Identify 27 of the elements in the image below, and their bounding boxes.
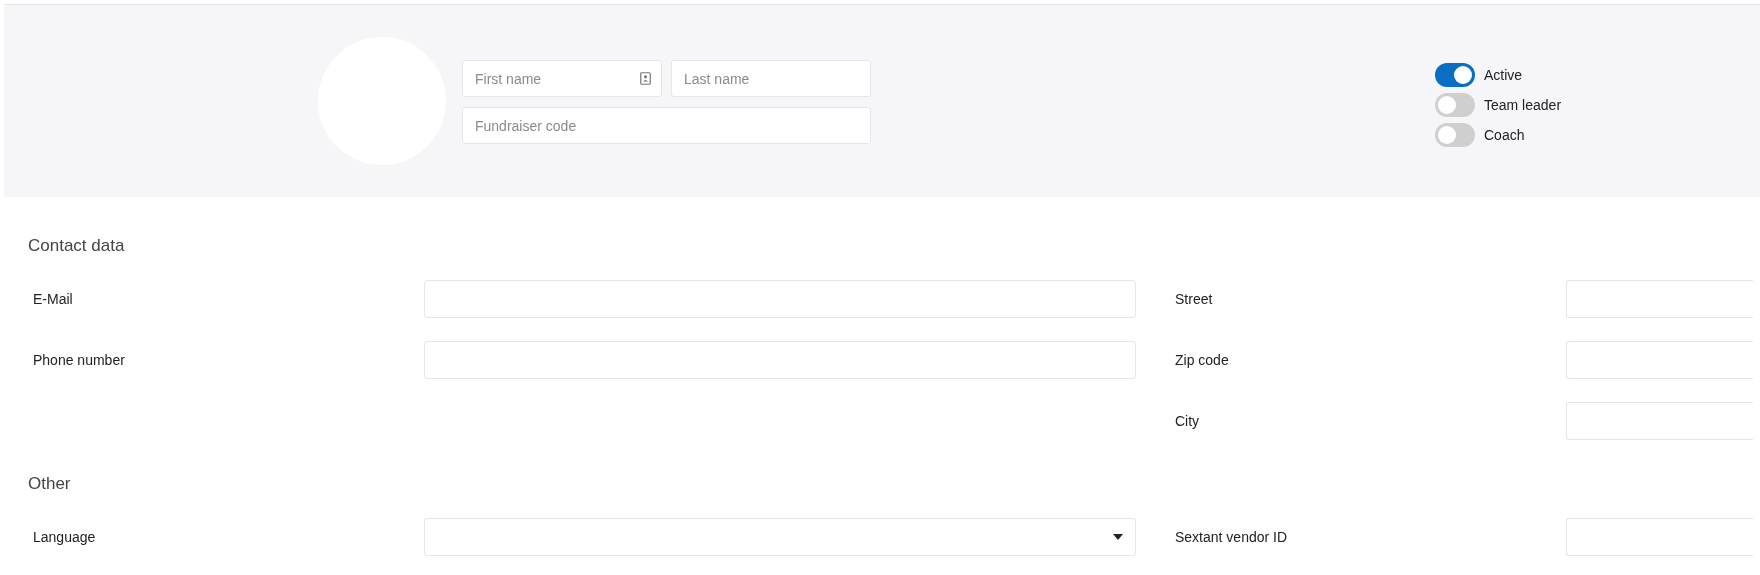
input-field[interactable] (1566, 402, 1753, 440)
input-field[interactable] (1566, 280, 1753, 318)
input-field[interactable] (424, 341, 1136, 379)
fundraiser-code-field[interactable]: Fundraiser code (462, 107, 871, 144)
field-label: Phone number (32, 350, 126, 370)
toggle-switch[interactable] (1435, 63, 1475, 87)
caret-icon (1113, 534, 1123, 540)
section-heading: Other (28, 473, 72, 495)
input-field[interactable] (1566, 518, 1753, 556)
section-heading: Contact data (28, 235, 126, 257)
field-label: Street (1174, 289, 1214, 309)
toggle-switch[interactable] (1435, 93, 1475, 117)
field-label: City (1174, 411, 1201, 431)
field-label: Language (32, 527, 97, 547)
toggle-label: Coach (1484, 125, 1525, 145)
input-field[interactable] (424, 280, 1136, 318)
contact-card-icon (640, 72, 651, 85)
field-label: Sextant vendor ID (1174, 527, 1289, 547)
name-field[interactable]: Last name (671, 60, 871, 97)
field-label: E-Mail (32, 289, 74, 309)
name-field[interactable]: First name (462, 60, 662, 97)
field-label: Zip code (1174, 350, 1230, 370)
toggle-label: Active (1484, 65, 1523, 85)
toggle-switch[interactable] (1435, 123, 1475, 147)
input-field[interactable] (1566, 341, 1753, 379)
language-dropdown[interactable] (424, 518, 1136, 556)
toggle-label: Team leader (1484, 95, 1562, 115)
